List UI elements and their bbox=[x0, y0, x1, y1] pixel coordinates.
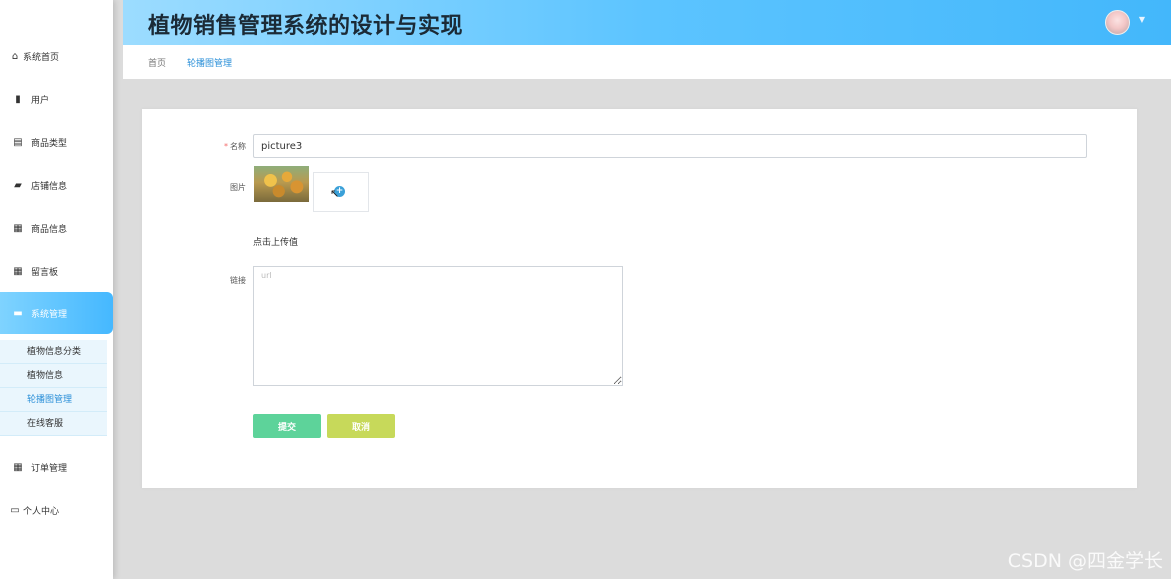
sidebar-item-home[interactable]: ⌂ 系统首页 bbox=[0, 35, 113, 77]
submenu-item-online-service[interactable]: 在线客服 bbox=[0, 412, 107, 436]
monitor-icon: ▬ bbox=[13, 307, 23, 319]
sidebar-item-label: 个人中心 bbox=[23, 506, 60, 517]
sidebar-item-shop-info[interactable]: ▰ 店铺信息 bbox=[0, 164, 113, 206]
breadcrumb: 首页 轮播图管理 bbox=[123, 45, 1171, 79]
submenu: 植物信息分类 植物信息 轮播图管理 在线客服 bbox=[0, 340, 107, 436]
sidebar-item-profile[interactable]: ▭ 个人中心 bbox=[0, 489, 113, 531]
image-label: 图片 bbox=[230, 183, 246, 192]
grid-icon: ▦ bbox=[13, 265, 23, 277]
sidebar-item-label: 商品类型 bbox=[31, 138, 68, 149]
page-title: 植物销售管理系统的设计与实现 bbox=[148, 14, 464, 39]
sidebar-item-label: 订单管理 bbox=[31, 463, 68, 474]
grid-icon: ▦ bbox=[13, 461, 23, 473]
sidebar-item-message-board[interactable]: ▦ 留言板 bbox=[0, 250, 113, 292]
name-label: * 名称 bbox=[224, 142, 246, 151]
sidebar-item-label: 店铺信息 bbox=[31, 181, 68, 192]
sidebar-item-label: 商品信息 bbox=[31, 224, 68, 235]
watermark: CSDN @四金学长 bbox=[1007, 550, 1163, 572]
link-label: 链接 bbox=[230, 276, 246, 285]
sidebar: ⌂ 系统首页 ▮ 用户 ▤ 商品类型 ▰ 店铺信息 ▦ 商品信息 ▦ 留言板 ▬… bbox=[0, 0, 113, 579]
sidebar-item-system-management[interactable]: ▬ 系统管理 bbox=[0, 292, 113, 334]
home-icon: ⌂ bbox=[11, 50, 19, 62]
grid-icon: ▦ bbox=[13, 222, 23, 234]
sidebar-item-product-info[interactable]: ▦ 商品信息 bbox=[0, 207, 113, 249]
sidebar-item-product-types[interactable]: ▤ 商品类型 bbox=[0, 121, 113, 163]
breadcrumb-current: 轮播图管理 bbox=[187, 59, 233, 69]
breadcrumb-home[interactable]: 首页 bbox=[148, 56, 166, 69]
uploaded-image-thumbnail[interactable] bbox=[254, 166, 309, 202]
submenu-item-plant-category[interactable]: 植物信息分类 bbox=[0, 340, 107, 364]
link-field[interactable] bbox=[253, 266, 623, 386]
cancel-button[interactable]: 取消 bbox=[327, 414, 395, 438]
chevron-down-icon[interactable]: ▼ bbox=[1139, 15, 1145, 24]
upload-hint: 点击上传值 bbox=[253, 238, 299, 248]
name-field[interactable] bbox=[253, 134, 1087, 158]
image-upload-button[interactable]: + ↖ bbox=[313, 172, 369, 212]
sidebar-item-users[interactable]: ▮ 用户 bbox=[0, 78, 113, 120]
header: 植物销售管理系统的设计与实现 ▼ bbox=[123, 0, 1171, 45]
cursor-icon: ↖ bbox=[330, 187, 340, 200]
form-card: *名称 图片 + ↖ 点击上传值 链接 提交 取消 bbox=[142, 109, 1137, 488]
sidebar-item-label: 系统管理 bbox=[31, 309, 68, 320]
thumbs-up-icon: ▰ bbox=[14, 179, 22, 191]
submenu-item-carousel[interactable]: 轮播图管理 bbox=[0, 388, 107, 412]
sidebar-item-label: 用户 bbox=[31, 95, 50, 106]
id-card-icon: ▭ bbox=[10, 504, 20, 516]
bar-chart-icon: ▮ bbox=[15, 93, 21, 105]
submit-button[interactable]: 提交 bbox=[253, 414, 321, 438]
submenu-item-plant-info[interactable]: 植物信息 bbox=[0, 364, 107, 388]
sidebar-item-orders[interactable]: ▦ 订单管理 bbox=[0, 446, 113, 488]
sidebar-item-label: 系统首页 bbox=[23, 52, 60, 63]
sidebar-item-label: 留言板 bbox=[31, 267, 59, 278]
avatar[interactable] bbox=[1105, 10, 1130, 35]
document-icon: ▤ bbox=[13, 136, 23, 148]
required-marker: * bbox=[224, 142, 228, 151]
